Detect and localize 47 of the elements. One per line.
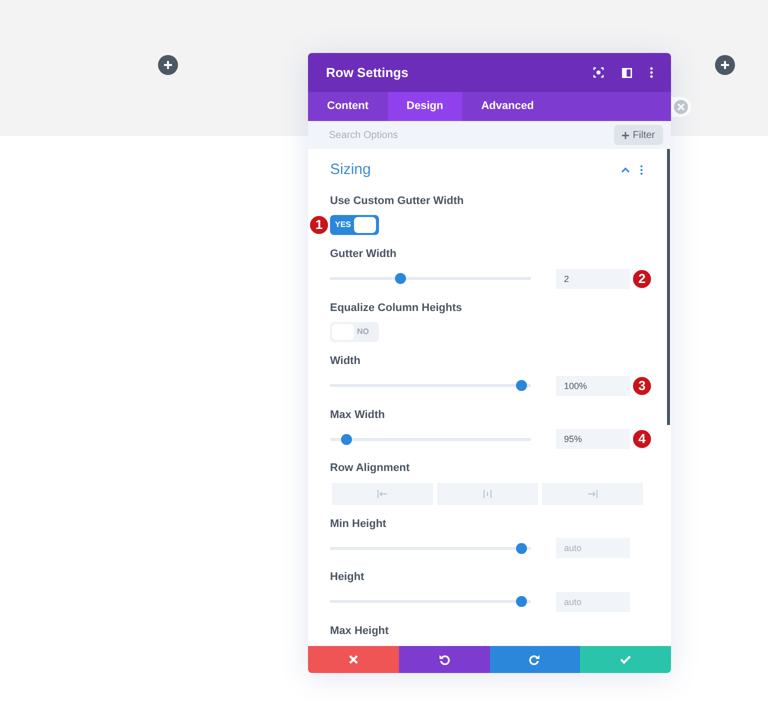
undo-button[interactable] [398,646,490,673]
setting-label: Row Alignment [330,461,411,476]
value-field[interactable]: auto [556,538,630,558]
undo-icon [438,654,450,665]
setting-label: Gutter Width [330,247,398,262]
toggle-switch[interactable]: YES [330,215,379,235]
chevron-icon[interactable] [621,167,630,174]
slider-thumb[interactable] [516,542,528,554]
setting-label: Equalize Column Heights [330,300,464,316]
slider-thumb[interactable] [516,596,528,607]
expand-icon[interactable] [593,67,604,78]
value-field[interactable]: auto [556,592,630,612]
setting-label: Max Height [330,624,390,638]
columns-icon[interactable] [622,68,632,78]
close-icon [348,655,358,664]
number-badge: 3 [632,376,652,396]
align-right-icon [587,488,598,498]
slider-thumb[interactable] [341,434,352,444]
tab[interactable]: Advanced [462,92,553,121]
panel-title: Row Settings [326,64,410,82]
redo-icon [529,654,540,665]
slider-thumb[interactable] [394,273,406,284]
more-icon[interactable] [650,67,653,78]
value-field[interactable]: 95% [556,429,630,449]
scrollbar[interactable] [667,149,670,425]
setting-label: Height [330,570,366,585]
check-icon [620,655,632,664]
number-badge: 1 [309,215,329,235]
slider-thumb[interactable] [516,380,528,391]
tab[interactable]: Design [388,92,462,121]
tab[interactable]: Content [308,92,388,121]
search-bar[interactable]: Search Options Filter [308,121,671,149]
filter-button[interactable]: Filter [614,125,663,145]
number-badge: 4 [632,429,652,449]
setting-label: Width [330,354,362,369]
number-badge: 2 [632,268,652,288]
setting-label: Max Width [330,408,386,422]
align-left-icon [377,488,388,498]
setting-label: Use Custom Gutter Width [330,194,465,208]
value-field[interactable]: 100% [556,376,630,396]
plus-icon [622,132,629,138]
align-center-icon [482,488,493,498]
more-icon[interactable] [640,165,643,176]
search-field[interactable]: Search Options [329,128,614,142]
section-title: Sizing [330,160,372,180]
setting-label: Min Height [330,516,388,532]
value-field[interactable]: 2 [556,268,630,288]
